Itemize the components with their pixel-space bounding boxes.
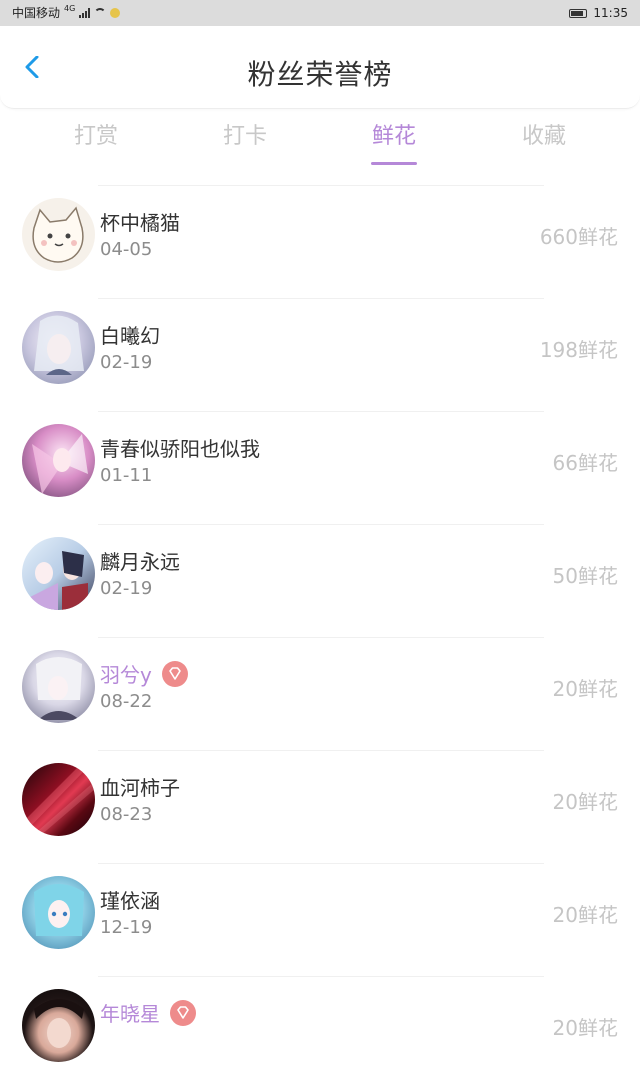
signal-icon xyxy=(79,8,91,18)
flower-count: 66鲜花 xyxy=(552,451,618,475)
anime-avatar[interactable] xyxy=(22,311,95,384)
anime-avatar[interactable] xyxy=(22,876,95,949)
tab-flowers[interactable]: 鲜花 xyxy=(324,110,464,165)
cat-illustration xyxy=(22,198,95,271)
avatar-art xyxy=(30,551,88,610)
wifi-icon xyxy=(94,8,107,18)
status-left: 中国移动 4G xyxy=(12,0,121,26)
row-divider xyxy=(98,750,544,751)
fan-row[interactable]: 麟月永远 02-19 50鲜花 xyxy=(0,524,640,637)
row-divider xyxy=(98,185,544,186)
tab-favorites[interactable]: 收藏 xyxy=(474,110,614,164)
flower-count: 20鲜花 xyxy=(552,903,618,927)
fan-row[interactable]: 白曦幻 02-19 198鲜花 xyxy=(0,298,640,411)
avatar-art xyxy=(36,657,82,720)
status-right: 11:35 xyxy=(569,0,628,26)
vip-diamond-icon xyxy=(161,660,188,687)
tab-label: 打卡 xyxy=(222,124,267,149)
notification-icon xyxy=(110,8,121,18)
tab-label: 打赏 xyxy=(73,124,118,149)
flower-count: 50鲜花 xyxy=(552,564,618,588)
clock: 11:35 xyxy=(593,6,628,20)
fan-name: 瑾依涵 xyxy=(100,889,160,913)
fan-row[interactable]: 年晓星 20鲜花 xyxy=(0,976,640,1089)
tab-bar: 打赏 打卡 鲜花 收藏 xyxy=(0,110,640,170)
avatar-art xyxy=(32,434,88,494)
fan-date: 01-11 xyxy=(100,465,153,486)
fan-row[interactable]: 杯中橘猫 04-05 660鲜花 xyxy=(0,185,640,298)
tab-label: 鲜花 xyxy=(371,124,416,149)
anime-avatar[interactable] xyxy=(22,537,95,610)
row-divider xyxy=(98,298,544,299)
fan-row[interactable]: 血河柿子 08-23 20鲜花 xyxy=(0,750,640,863)
flower-count: 660鲜花 xyxy=(539,225,618,249)
flower-count: 20鲜花 xyxy=(552,790,618,814)
carrier-label: 中国移动 xyxy=(12,6,61,20)
avatar-art xyxy=(34,884,84,936)
avatar-art xyxy=(34,999,84,1048)
fan-name: 麟月永远 xyxy=(100,550,180,574)
red-avatar[interactable] xyxy=(22,763,95,836)
tab-label: 收藏 xyxy=(521,124,566,149)
fan-row[interactable]: 羽兮y 08-22 20鲜花 xyxy=(0,637,640,750)
fan-name: 血河柿子 xyxy=(100,776,180,800)
status-bar: 中国移动 4G 11:35 xyxy=(0,0,640,26)
flower-count: 198鲜花 xyxy=(539,338,618,362)
vip-diamond-icon xyxy=(170,999,196,1026)
row-divider xyxy=(98,637,544,638)
fan-name: 杯中橘猫 xyxy=(100,211,180,235)
row-divider xyxy=(98,411,544,412)
anime-avatar[interactable] xyxy=(22,650,95,723)
page-title: 粉丝荣誉榜 xyxy=(247,58,393,91)
flower-count: 20鲜花 xyxy=(552,1016,618,1040)
fan-row[interactable]: 瑾依涵 12-19 20鲜花 xyxy=(0,863,640,976)
fan-name: 羽兮y xyxy=(100,659,188,688)
fan-date: 08-23 xyxy=(100,804,153,825)
tab-checkin[interactable]: 打卡 xyxy=(175,110,315,164)
row-divider xyxy=(98,863,544,864)
photo-avatar[interactable] xyxy=(22,989,95,1062)
cat-avatar[interactable] xyxy=(22,198,95,271)
row-divider xyxy=(98,524,544,525)
fan-date: 02-19 xyxy=(100,352,153,373)
fan-list: 杯中橘猫 04-05 660鲜花 白曦幻 02-19 198鲜花 青春似骄阳也似… xyxy=(0,185,640,1089)
fan-row[interactable]: 青春似骄阳也似我 01-11 66鲜花 xyxy=(0,411,640,524)
active-tab-indicator xyxy=(371,162,417,165)
battery-icon xyxy=(569,8,588,18)
fan-date: 04-05 xyxy=(100,239,153,260)
avatar-art xyxy=(34,315,84,375)
tab-reward[interactable]: 打赏 xyxy=(26,110,166,164)
fan-date: 12-19 xyxy=(100,917,153,938)
anime-avatar[interactable] xyxy=(22,424,95,497)
network-label: 4G xyxy=(64,4,76,13)
fan-name: 年晓星 xyxy=(100,998,196,1027)
fan-date: 02-19 xyxy=(100,578,153,599)
flower-count: 20鲜花 xyxy=(552,677,618,701)
header-bar: 粉丝荣誉榜 xyxy=(0,26,640,109)
row-divider xyxy=(98,976,544,977)
fan-name: 白曦幻 xyxy=(100,324,160,348)
fan-date: 08-22 xyxy=(100,691,153,712)
fan-name: 青春似骄阳也似我 xyxy=(100,437,260,461)
avatar-art xyxy=(22,763,95,836)
